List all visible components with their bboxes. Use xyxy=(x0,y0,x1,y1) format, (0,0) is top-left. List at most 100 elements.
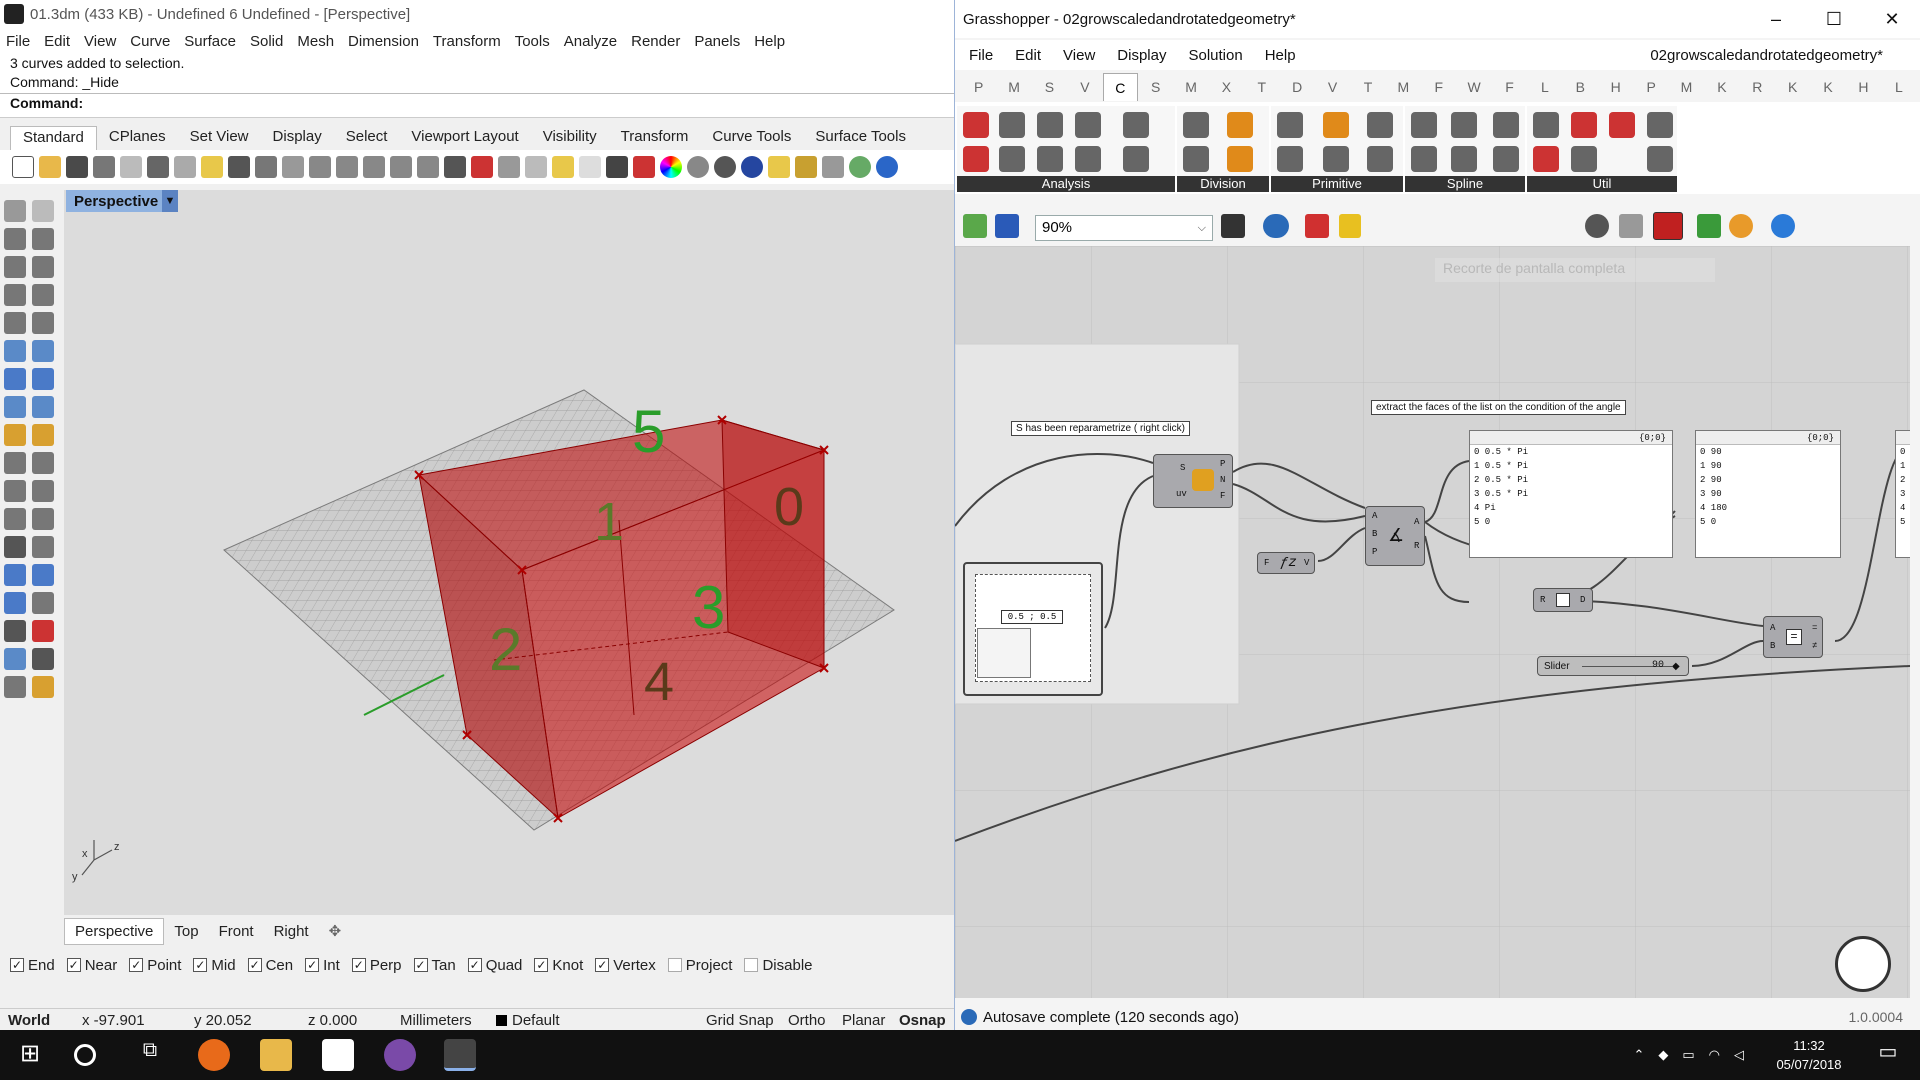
join-curves-icon[interactable] xyxy=(1533,146,1559,172)
pan-icon[interactable] xyxy=(255,156,277,178)
windows-start-icon[interactable]: ⊞ xyxy=(14,1039,46,1071)
polyline-icon[interactable] xyxy=(4,228,26,250)
boolean-icon[interactable] xyxy=(4,424,26,446)
rhino-menu-surface[interactable]: Surface xyxy=(184,33,236,50)
node-equality[interactable]: A B = ≠ = xyxy=(1763,616,1823,658)
cat-tab[interactable]: M xyxy=(1173,79,1208,95)
circle-primitive-icon[interactable] xyxy=(1323,112,1349,138)
layout-icon[interactable] xyxy=(120,156,142,178)
wifi-icon[interactable]: ◠ xyxy=(1709,1047,1720,1063)
curve-side-icon[interactable] xyxy=(1123,146,1149,172)
trim-icon[interactable] xyxy=(32,452,54,474)
grid-array-icon[interactable] xyxy=(4,620,26,642)
search-icon[interactable] xyxy=(74,1044,96,1066)
cat-tab[interactable]: V xyxy=(1067,79,1102,95)
panel-partial[interactable]: 0 1 2 3 4 5 xyxy=(1895,430,1910,558)
notes-icon[interactable] xyxy=(322,1039,354,1071)
viewport-tab-front[interactable]: Front xyxy=(209,919,264,944)
cat-tab[interactable]: H xyxy=(1846,79,1881,95)
polygon-center-icon[interactable] xyxy=(999,146,1025,172)
github-icon[interactable] xyxy=(384,1039,416,1071)
array-icon[interactable] xyxy=(4,564,26,586)
rendered-sphere-icon[interactable] xyxy=(714,156,736,178)
contour-icon[interactable] xyxy=(1227,146,1253,172)
status-grid-snap[interactable]: Grid Snap xyxy=(706,1012,774,1029)
paste-icon[interactable] xyxy=(201,156,223,178)
seam-icon[interactable] xyxy=(1647,112,1673,138)
discontinuity-icon[interactable] xyxy=(1075,146,1101,172)
loft-icon[interactable] xyxy=(32,340,54,362)
preview-selected-icon[interactable] xyxy=(1653,212,1683,240)
viewport-tab-top[interactable]: Top xyxy=(164,919,208,944)
rhino-menu-view[interactable]: View xyxy=(84,33,116,50)
rhino-menu-edit[interactable]: Edit xyxy=(44,33,70,50)
sphere-icon[interactable] xyxy=(32,368,54,390)
gh-menu-help[interactable]: Help xyxy=(1265,47,1296,64)
checkbox-icon[interactable]: ✓ xyxy=(129,958,144,972)
zoom-extents-icon[interactable] xyxy=(1221,214,1245,238)
dropbox-icon[interactable]: ◆ xyxy=(1658,1047,1668,1063)
panel-angles-degrees[interactable]: {0;0} 0 90 1 90 2 90 3 90 4 180 5 0 xyxy=(1695,430,1841,558)
status-layer[interactable]: Default xyxy=(512,1012,560,1029)
zoom-icon[interactable] xyxy=(309,156,331,178)
cat-tab[interactable]: L xyxy=(1527,79,1562,95)
brush-icon[interactable] xyxy=(768,156,790,178)
tab-select[interactable]: Select xyxy=(334,126,400,150)
cat-tab[interactable]: T xyxy=(1244,79,1279,95)
new-file-icon[interactable] xyxy=(12,156,34,178)
cat-tab[interactable]: R xyxy=(1740,79,1775,95)
cat-tab[interactable]: D xyxy=(1280,79,1315,95)
gh-document-name[interactable]: 02growscaledandrotatedgeometry* xyxy=(1650,47,1883,64)
zoom-window-icon[interactable] xyxy=(336,156,358,178)
ellipse-icon[interactable] xyxy=(4,312,26,334)
arc-primitive-icon[interactable] xyxy=(1367,112,1393,138)
mesh-icon[interactable] xyxy=(32,396,54,418)
cat-tab[interactable]: S xyxy=(1138,79,1173,95)
tab-standard[interactable]: Standard xyxy=(10,126,97,150)
rhino-menu-solid[interactable]: Solid xyxy=(250,33,283,50)
cat-tab[interactable]: X xyxy=(1209,79,1244,95)
car-icon[interactable] xyxy=(471,156,493,178)
firefox-icon[interactable] xyxy=(198,1039,230,1071)
polygon-icon[interactable] xyxy=(4,284,26,306)
chevron-up-icon[interactable]: ⌃ xyxy=(1633,1047,1644,1063)
check-icon[interactable] xyxy=(4,648,26,670)
chevron-down-icon[interactable]: ⌵ xyxy=(1198,216,1206,240)
render-tool-icon[interactable] xyxy=(4,676,26,698)
move-icon[interactable] xyxy=(4,508,26,530)
extrude-icon[interactable] xyxy=(4,396,26,418)
undo-icon[interactable] xyxy=(228,156,250,178)
bake-icon[interactable] xyxy=(1339,214,1361,238)
ribbon-caption-division[interactable]: Division xyxy=(1177,176,1269,192)
osnap-near[interactable]: ✓ Near xyxy=(66,957,117,974)
file-explorer-icon[interactable] xyxy=(260,1039,292,1071)
curve-length-icon[interactable] xyxy=(1123,112,1149,138)
node-evaluate-surface[interactable]: S uv P N F xyxy=(1153,454,1233,508)
circle-center-icon[interactable] xyxy=(963,146,989,172)
ribbon-caption-util[interactable]: Util xyxy=(1527,176,1677,192)
tab-cplanes[interactable]: CPlanes xyxy=(97,126,178,150)
options-icon[interactable] xyxy=(822,156,844,178)
rhino-menu-transform[interactable]: Transform xyxy=(433,33,501,50)
cat-tab[interactable]: V xyxy=(1315,79,1350,95)
cat-tab[interactable]: F xyxy=(1492,79,1527,95)
taskbar-clock[interactable]: 11:32 05/07/2018 xyxy=(1764,1036,1854,1074)
arc-3pt-icon[interactable] xyxy=(1367,146,1393,172)
slider-grip-icon[interactable]: ◆ xyxy=(1672,661,1680,673)
cat-tab[interactable]: K xyxy=(1704,79,1739,95)
circle-cnr-icon[interactable] xyxy=(1323,146,1349,172)
tab-transform[interactable]: Transform xyxy=(609,126,701,150)
zoom-selected-icon[interactable] xyxy=(390,156,412,178)
tab-visibility[interactable]: Visibility xyxy=(531,126,609,150)
curve-tool-icon[interactable] xyxy=(32,228,54,250)
tab-viewport-layout[interactable]: Viewport Layout xyxy=(399,126,530,150)
circle-icon[interactable] xyxy=(4,256,26,278)
checkbox-icon[interactable]: ✓ xyxy=(595,958,610,972)
cat-tab[interactable]: M xyxy=(1386,79,1421,95)
checkbox-icon[interactable]: ✓ xyxy=(305,958,320,972)
properties-icon[interactable] xyxy=(32,620,54,642)
text-icon[interactable] xyxy=(4,536,26,558)
perspective-viewport[interactable]: 5 1 0 2 3 4 z x y xyxy=(64,190,955,915)
light-tool-icon[interactable] xyxy=(32,676,54,698)
extend-curve-icon[interactable] xyxy=(1647,146,1673,172)
